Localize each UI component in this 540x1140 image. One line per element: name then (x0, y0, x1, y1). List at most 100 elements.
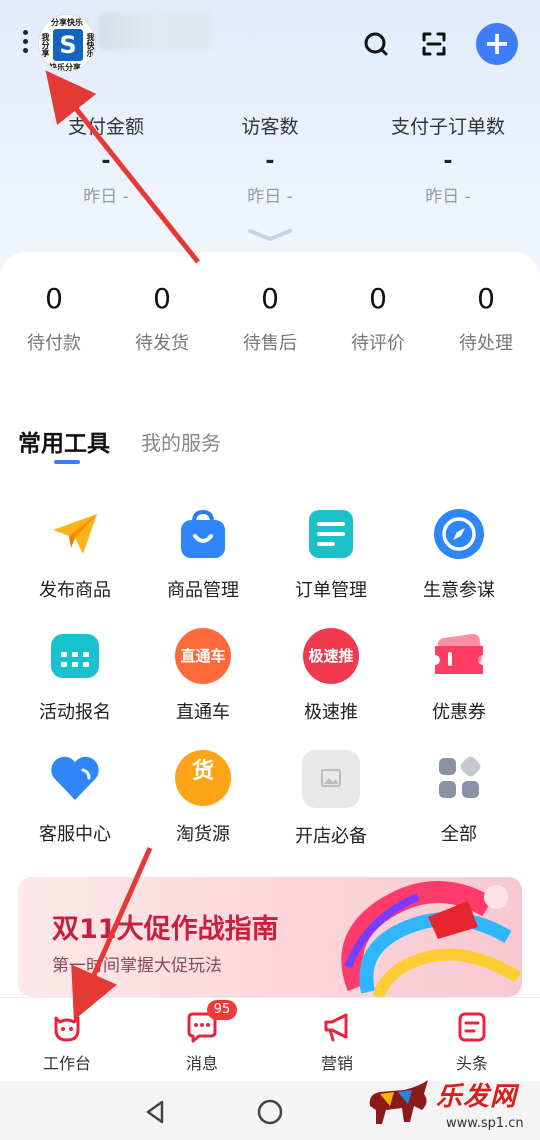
tool-label: 发布商品 (39, 580, 111, 601)
order-label: 待发货 (135, 333, 189, 354)
tab-common-tools[interactable]: 常用工具 (18, 424, 110, 458)
tool-event-signup[interactable]: 活动报名 (11, 628, 139, 724)
tool-order-management[interactable]: 订单管理 (267, 506, 395, 602)
ztc-icon: 直通车 (175, 628, 231, 684)
paper-plane-icon (47, 506, 103, 562)
tool-label: 活动报名 (39, 702, 111, 723)
sourcing-icon: 货 (175, 750, 231, 806)
image-placeholder-icon (302, 750, 360, 808)
add-button[interactable]: + (476, 23, 518, 65)
back-icon[interactable] (140, 1097, 170, 1127)
bull-logo (369, 1080, 428, 1124)
message-count-badge: 95 (207, 1000, 237, 1020)
shopping-bag-icon (175, 506, 231, 562)
shop-logo: S (53, 29, 83, 61)
banner-artwork (341, 881, 522, 997)
tool-product-management[interactable]: 商品管理 (139, 506, 267, 602)
stat-yesterday: 昨日 - (83, 187, 129, 207)
stat-yesterday: 昨日 - (425, 187, 471, 207)
bottom-navigation: 工作台 95 消息 营销 头条 (0, 997, 540, 1081)
site-watermark: 乐发网 www.sp1.cn (360, 1072, 540, 1140)
nav-messages[interactable]: 95 消息 (135, 1000, 269, 1074)
order-count: 0 (477, 282, 495, 315)
tool-publish-product[interactable]: 发布商品 (11, 506, 139, 602)
expand-chevron-icon[interactable] (246, 228, 294, 242)
home-icon[interactable] (255, 1097, 285, 1127)
coupon-icon (431, 628, 487, 684)
tool-through-train[interactable]: 直通车 直通车 (139, 628, 267, 724)
avatar-text-right: 我快乐 (86, 33, 95, 57)
order-count: 0 (45, 282, 63, 315)
shop-avatar[interactable]: 分享快乐 我分享 我快乐 S 快乐分享 (38, 14, 96, 72)
jst-icon-text: 极速推 (308, 647, 354, 665)
order-label: 待售后 (243, 333, 297, 354)
nav-workbench[interactable]: 工作台 (0, 1010, 134, 1074)
tool-label: 客服中心 (39, 824, 111, 845)
calendar-icon (47, 628, 103, 684)
order-pending-aftersale[interactable]: 0 待售后 (216, 282, 324, 355)
grid-icon (431, 750, 487, 806)
order-count: 0 (153, 282, 171, 315)
banner-title: 双11大促作战指南 (52, 914, 279, 945)
stat-label: 访客数 (241, 116, 299, 138)
nav-label: 营销 (320, 1054, 353, 1073)
stat-value: - (443, 149, 453, 174)
tool-business-advisor[interactable]: 生意参谋 (395, 506, 523, 602)
shop-name-blurred (98, 12, 210, 50)
tool-label: 全部 (441, 824, 477, 845)
stat-yesterday: 昨日 - (247, 187, 293, 207)
watermark-text: 乐发网 (436, 1082, 518, 1112)
tool-label: 商品管理 (167, 580, 239, 601)
tool-sourcing[interactable]: 货 淘货源 (139, 750, 267, 846)
nav-marketing[interactable]: 营销 (270, 1010, 404, 1074)
nav-headlines[interactable]: 头条 (405, 1010, 539, 1074)
tool-label: 淘货源 (176, 824, 230, 845)
tool-customer-service[interactable]: 客服中心 (11, 750, 139, 846)
avatar-text-top: 分享快乐 (51, 18, 83, 27)
header: 分享快乐 我分享 我快乐 S 快乐分享 + (0, 0, 540, 90)
order-count: 0 (369, 282, 387, 315)
search-icon[interactable] (358, 26, 394, 62)
nav-label: 消息 (185, 1054, 218, 1073)
stat-label: 支付子订单数 (390, 116, 505, 138)
news-icon (455, 1010, 489, 1044)
heart-icon (47, 750, 103, 806)
order-pending-handle[interactable]: 0 待处理 (432, 282, 540, 355)
avatar-text-bottom: 快乐分享 (49, 63, 81, 72)
stat-value: - (101, 149, 111, 174)
nav-label: 工作台 (42, 1054, 91, 1073)
watermark-url: www.sp1.cn (446, 1116, 524, 1131)
tool-label: 生意参谋 (423, 580, 495, 601)
tool-label: 直通车 (176, 702, 230, 723)
tab-my-services[interactable]: 我的服务 (141, 427, 221, 456)
tool-express-promote[interactable]: 极速推 极速推 (267, 628, 395, 724)
jst-icon: 极速推 (303, 628, 359, 684)
tool-coupon[interactable]: 优惠券 (395, 628, 523, 724)
more-menu-icon[interactable] (18, 30, 32, 58)
stat-value: - (265, 149, 275, 174)
tool-store-essentials[interactable]: 开店必备 (267, 750, 395, 848)
stat-payment-amount[interactable]: 支付金额 - 昨日 - (16, 112, 196, 207)
workbench-icon (50, 1010, 84, 1044)
scan-icon[interactable] (416, 26, 452, 62)
avatar-text-left: 我分享 (41, 33, 50, 57)
tool-label: 订单管理 (295, 580, 367, 601)
order-pending-payment[interactable]: 0 待付款 (0, 282, 108, 355)
promo-banner[interactable]: 双11大促作战指南 第一时间掌握大促玩法 (18, 877, 522, 997)
stat-paid-suborders[interactable]: 支付子订单数 - 昨日 - (358, 112, 538, 207)
order-label: 待付款 (27, 333, 81, 354)
order-pending-shipment[interactable]: 0 待发货 (108, 282, 216, 355)
ztc-icon-text: 直通车 (180, 647, 226, 665)
compass-icon (431, 506, 487, 562)
stat-label: 支付金额 (67, 116, 144, 138)
message-icon: 95 (185, 1000, 237, 1044)
megaphone-icon (320, 1010, 354, 1044)
tool-label: 极速推 (304, 702, 358, 723)
order-label: 待处理 (459, 333, 513, 354)
document-icon (303, 506, 359, 562)
stat-visitors[interactable]: 访客数 - 昨日 - (180, 112, 360, 207)
sourcing-icon-text: 货 (191, 759, 214, 784)
order-pending-review[interactable]: 0 待评价 (324, 282, 432, 355)
tool-all[interactable]: 全部 (395, 750, 523, 846)
order-count: 0 (261, 282, 279, 315)
